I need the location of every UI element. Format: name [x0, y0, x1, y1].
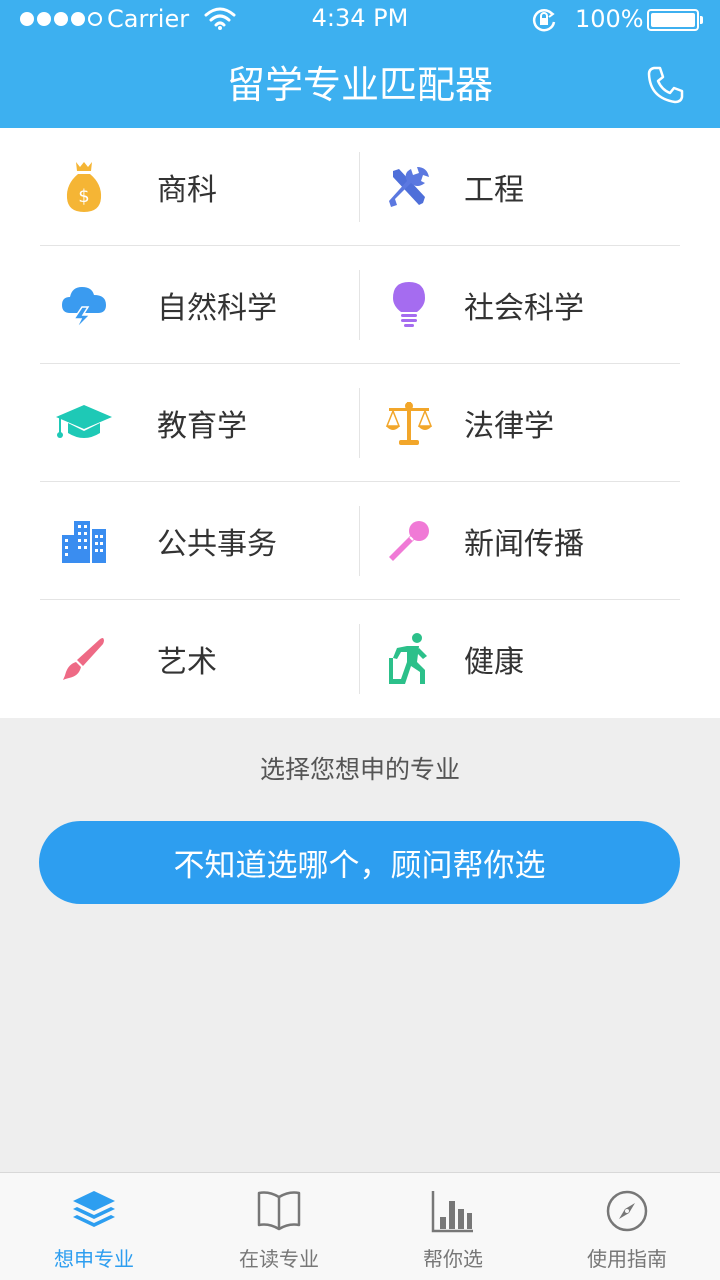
major-natural-science[interactable]: 自然科学 — [40, 246, 360, 364]
major-row: 自然科学 社会科学 — [0, 246, 720, 364]
major-label: 新闻传播 — [464, 527, 584, 562]
major-label: 教育学 — [157, 409, 247, 444]
microphone-icon — [389, 521, 429, 561]
svg-text:$: $ — [78, 186, 89, 207]
major-label: 艺术 — [157, 645, 217, 680]
major-business[interactable]: $ 商科 — [40, 128, 360, 246]
major-label: 健康 — [464, 645, 524, 680]
major-education[interactable]: 教育学 — [40, 364, 360, 482]
phone-icon[interactable] — [642, 62, 688, 108]
major-health[interactable]: 健康 — [360, 600, 680, 718]
paintbrush-icon — [63, 638, 104, 680]
page-title: 留学专业匹配器 — [226, 63, 493, 107]
tab-help-choose[interactable]: 帮你选 — [363, 1173, 543, 1280]
major-row: 教育学 法律学 — [0, 364, 720, 482]
major-row: $ 商科 工程 — [0, 128, 720, 246]
major-engineering[interactable]: 工程 — [360, 128, 680, 246]
major-label: 自然科学 — [157, 291, 277, 326]
lightbulb-icon — [393, 282, 425, 327]
layers-icon — [73, 1191, 115, 1227]
major-label: 工程 — [464, 173, 524, 208]
tab-label: 在读专业 — [239, 1247, 319, 1271]
bar-chart-icon — [431, 1191, 473, 1233]
tab-user-guide[interactable]: 使用指南 — [537, 1173, 717, 1280]
buildings-icon — [62, 521, 106, 563]
open-book-icon — [257, 1191, 301, 1231]
tab-label: 帮你选 — [423, 1247, 483, 1271]
cloud-lightning-icon — [62, 287, 106, 329]
battery-icon — [647, 9, 703, 31]
major-label: 法律学 — [464, 409, 554, 444]
major-grid: $ 商科 工程 自然科学 社会科学 教育学 法律学 公共事务 新闻传播 艺术 健… — [0, 128, 720, 718]
graduation-cap-icon — [56, 405, 112, 438]
compass-icon — [606, 1190, 648, 1232]
major-public-affairs[interactable]: 公共事务 — [40, 482, 360, 600]
major-label: 商科 — [157, 173, 217, 208]
major-label: 社会科学 — [464, 291, 584, 326]
scales-icon — [385, 402, 433, 445]
major-row: 艺术 健康 — [0, 600, 720, 718]
selection-hint: 选择您想申的专业 — [259, 755, 460, 784]
tab-label: 想申专业 — [54, 1247, 134, 1271]
header: Carrier 4:34 PM 100% 留学专业匹配器 — [0, 0, 720, 128]
rotation-lock-icon — [532, 9, 556, 32]
tab-current-majors[interactable]: 在读专业 — [189, 1173, 369, 1280]
money-bag-icon: $ — [66, 162, 102, 212]
battery-percentage: 100% — [575, 5, 644, 33]
tab-bar: 想申专业 在读专业 帮你选 使用指南 — [0, 1172, 720, 1280]
tab-desired-majors[interactable]: 想申专业 — [4, 1173, 184, 1280]
major-law[interactable]: 法律学 — [360, 364, 680, 482]
consultant-help-button[interactable]: 不知道选哪个，顾问帮你选 — [39, 821, 680, 904]
status-bar: Carrier 4:34 PM 100% — [0, 0, 720, 40]
running-person-icon — [389, 633, 427, 684]
major-journalism[interactable]: 新闻传播 — [360, 482, 680, 600]
major-art[interactable]: 艺术 — [40, 600, 360, 718]
tools-icon — [389, 167, 429, 207]
tab-label: 使用指南 — [587, 1247, 667, 1271]
major-label: 公共事务 — [157, 527, 277, 562]
major-social-science[interactable]: 社会科学 — [360, 246, 680, 364]
major-row: 公共事务 新闻传播 — [0, 482, 720, 600]
